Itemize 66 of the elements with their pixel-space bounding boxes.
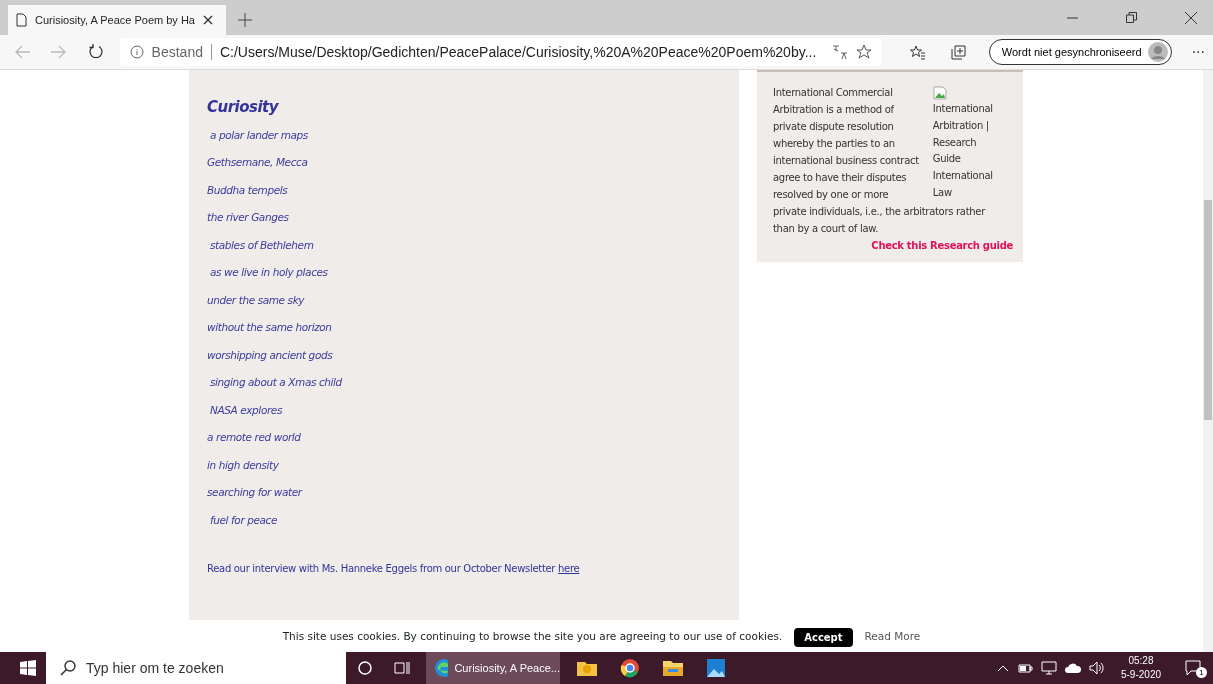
more-button[interactable]: ··· — [1191, 41, 1205, 63]
taskbar-app-button[interactable]: Curisiosity, A Peace... — [426, 652, 560, 684]
poem-line: singing about a Xmas child — [210, 376, 342, 388]
poem-line: stables of Bethlehem — [210, 238, 314, 251]
accept-button[interactable]: Accept — [794, 627, 853, 647]
cortana-icon[interactable] — [358, 661, 372, 675]
sidebar-text-line: whereby the parties to an — [773, 137, 896, 151]
windows-icon[interactable] — [20, 660, 36, 676]
sidebar-text-line: agree to have their disputes — [773, 171, 908, 185]
sidebar-text-line: resolved by one or more — [773, 188, 890, 202]
avatar-icon — [1147, 42, 1168, 62]
poem-line: a remote red world — [207, 431, 301, 443]
file-explorer-icon[interactable] — [662, 659, 684, 677]
close-icon[interactable] — [1185, 11, 1197, 24]
security-label: Bestand — [151, 42, 203, 62]
info-icon — [129, 45, 144, 59]
sidebar-text-line: Arbitration is a method of — [773, 103, 896, 117]
collections-icon[interactable] — [951, 44, 967, 60]
sidebar-text-line: than by a court of law. — [773, 222, 880, 236]
poem-line: fuel for peace — [210, 513, 278, 526]
sidebar-text-line: private dispute resolution — [773, 120, 895, 134]
poem-line: Buddha tempels — [207, 183, 288, 196]
poem-line: a polar lander maps — [210, 128, 308, 141]
here-link[interactable]: here — [558, 563, 580, 574]
translate-icon[interactable] — [831, 44, 848, 60]
search-icon — [60, 660, 76, 676]
task-view-icon[interactable] — [394, 661, 410, 675]
read-more-link[interactable]: Read More — [864, 629, 921, 645]
chevron-up-icon[interactable] — [996, 664, 1009, 672]
sync-button[interactable]: Wordt niet gesynchroniseerd — [988, 39, 1172, 65]
poem-line: as we live in holy places — [210, 266, 328, 278]
sidebar-text-line: private individuals, i.e., the arbitrators rather — [773, 205, 987, 219]
poem-title: Curiosity — [207, 97, 280, 118]
url-text: C:/Users/Muse/Desktop/Gedichten/PeacePalace/Curisiosity,%20A%20Peace%20Poem%20by... — [220, 42, 817, 62]
poem-line: the river Ganges — [207, 211, 289, 223]
cloud-icon[interactable] — [1064, 663, 1081, 673]
page-icon — [16, 13, 27, 27]
close-icon[interactable] — [203, 15, 213, 25]
poem-line: under the same sky — [207, 293, 305, 306]
favorites-icon[interactable] — [909, 44, 926, 60]
edge-icon — [434, 658, 449, 678]
poem-line: NASA explores — [210, 403, 282, 416]
volume-icon[interactable] — [1088, 661, 1105, 675]
chrome-icon[interactable] — [620, 658, 640, 678]
network-icon[interactable] — [1040, 661, 1057, 675]
battery-icon[interactable] — [1016, 662, 1033, 674]
minimize-icon[interactable] — [1067, 16, 1078, 19]
poem-line: without the same horizon — [207, 321, 332, 333]
sidebar-text-line: International Commercial — [773, 86, 894, 100]
clock[interactable]: 05:28 5-9-2020 — [1120, 654, 1161, 682]
image-alt-text: International Arbitration | Research Guide International Law — [932, 102, 994, 200]
restore-icon[interactable] — [1126, 12, 1137, 23]
broken-image-icon — [932, 86, 947, 100]
scrollbar[interactable] — [1203, 70, 1213, 652]
star-icon[interactable] — [855, 44, 872, 60]
address-bar[interactable]: Bestand C:/Users/Muse/Desktop/Gedichten/PeacePalace/Curisiosity,%20A%20Peace%20Poem%20by... — [119, 38, 882, 66]
poem-line: Gethsemane, Mecca — [207, 156, 308, 168]
research-guide-link[interactable]: Check this Research guide — [773, 237, 1013, 254]
cookie-text: This site uses cookies. By continuing to browse the site you are agreeing to our use of cookies. — [282, 629, 783, 645]
taskbar-search-field[interactable]: Typ hier om te zoeken — [46, 652, 346, 684]
poem-line: in high density — [207, 458, 279, 471]
photos-icon[interactable] — [706, 658, 726, 678]
newsletter-note: Read our interview with Ms. Hanneke Eggels from our October Newsletter — [207, 563, 556, 574]
sidebar-text-line: international business contract — [773, 154, 919, 168]
poem-line: worshipping ancient gods — [207, 348, 333, 361]
poem-line: searching for water — [207, 486, 302, 498]
